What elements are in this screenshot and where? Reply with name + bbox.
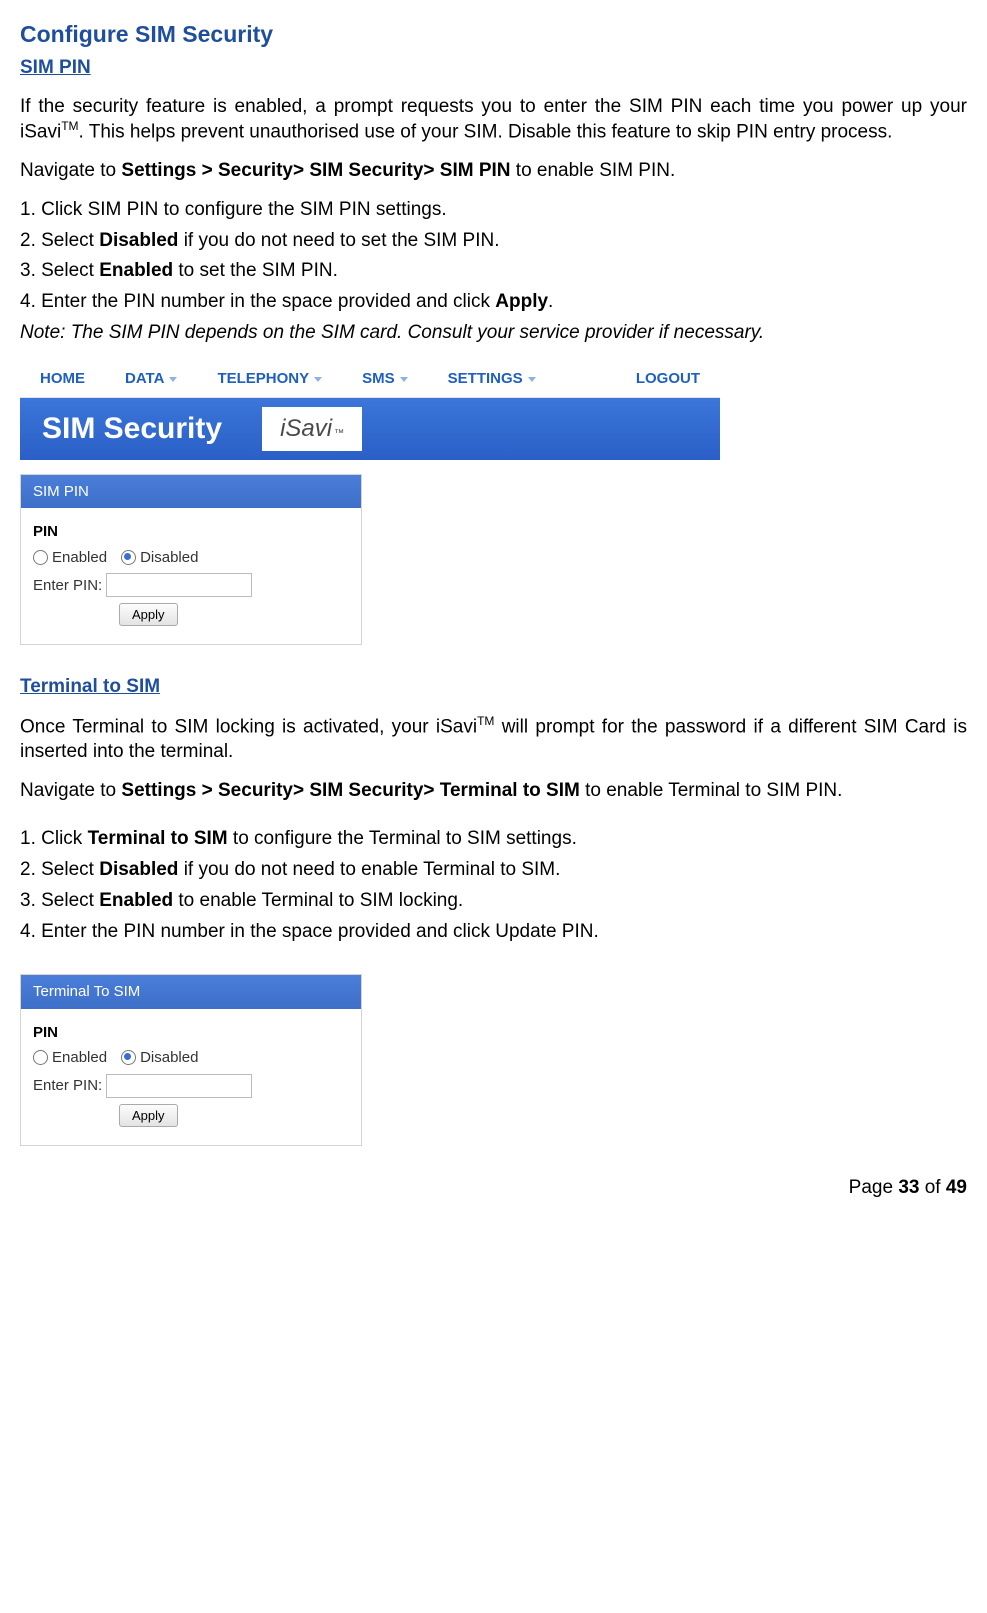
radio-disabled-label: Disabled <box>140 1048 198 1068</box>
text-bold: Apply <box>495 291 548 312</box>
text: Page <box>849 1177 899 1198</box>
pin-label: PIN <box>33 1023 349 1043</box>
screenshot-terminal: Terminal To SIM PIN Enabled Disabled Ent… <box>20 974 967 1146</box>
panel-body: PIN Enabled Disabled Enter PIN: Apply <box>21 1009 361 1145</box>
text: . This helps prevent unauthorised use of… <box>79 122 893 143</box>
apply-button[interactable]: Apply <box>119 603 178 626</box>
text: to configure the Terminal to SIM setting… <box>228 828 577 849</box>
panel-header: Terminal To SIM <box>21 975 361 1009</box>
section-sim-pin-heading: SIM PIN <box>20 56 967 81</box>
text-bold: Terminal to SIM <box>88 828 228 849</box>
text: if you do not need to enable Terminal to… <box>178 859 560 880</box>
radio-disabled-label: Disabled <box>140 548 198 568</box>
chevron-down-icon <box>400 377 408 382</box>
sim-pin-nav: Navigate to Settings > Security> SIM Sec… <box>20 159 967 184</box>
pin-input[interactable] <box>106 573 252 597</box>
terminal-nav: Navigate to Settings > Security> SIM Sec… <box>20 779 967 804</box>
text: if you do not need to set the SIM PIN. <box>178 230 499 251</box>
step-4: 4. Enter the PIN number in the space pro… <box>20 290 967 315</box>
text: to enable Terminal to SIM locking. <box>173 890 463 911</box>
page-title: Configure SIM Security <box>20 20 967 50</box>
enter-pin-label: Enter PIN: <box>33 576 102 596</box>
t-step-1: 1. Click Terminal to SIM to configure th… <box>20 827 967 852</box>
enter-pin-label: Enter PIN: <box>33 1076 102 1096</box>
chevron-down-icon <box>314 377 322 382</box>
step-2: 2. Select Disabled if you do not need to… <box>20 229 967 254</box>
text: 4. Enter the PIN number in the space pro… <box>20 291 495 312</box>
text-bold: Enabled <box>99 890 173 911</box>
nav-path: Settings > Security> SIM Security> Termi… <box>121 780 579 801</box>
nav-sms[interactable]: SMS <box>362 369 408 389</box>
radio-disabled[interactable] <box>121 1050 136 1065</box>
t-step-4: 4. Enter the PIN number in the space pro… <box>20 920 967 945</box>
text: to enable SIM PIN. <box>511 160 676 181</box>
page-total: 49 <box>946 1177 967 1198</box>
terminal-intro: Once Terminal to SIM locking is activate… <box>20 714 967 765</box>
nav-label: SMS <box>362 369 395 389</box>
panel-header: SIM PIN <box>21 475 361 509</box>
text: 3. Select <box>20 890 99 911</box>
radio-enabled[interactable] <box>33 1050 48 1065</box>
text: 1. Click <box>20 828 88 849</box>
chevron-down-icon <box>528 377 536 382</box>
screenshot-sim-pin: HOME DATA TELEPHONY SMS SETTINGS LOGOUT … <box>20 359 967 645</box>
panel-body: PIN Enabled Disabled Enter PIN: Apply <box>21 508 361 644</box>
tm-mark: TM <box>477 714 494 728</box>
pin-input[interactable] <box>106 1074 252 1098</box>
navbar: HOME DATA TELEPHONY SMS SETTINGS LOGOUT <box>20 359 720 398</box>
t-step-3: 3. Select Enabled to enable Terminal to … <box>20 889 967 914</box>
sim-pin-panel: SIM PIN PIN Enabled Disabled Enter PIN: … <box>20 474 362 646</box>
nav-settings[interactable]: SETTINGS <box>448 369 536 389</box>
radio-enabled-label: Enabled <box>52 548 107 568</box>
isavi-logo: iSavi™ <box>262 407 362 450</box>
text-bold: Disabled <box>99 230 178 251</box>
step-1: 1. Click SIM PIN to configure the SIM PI… <box>20 198 967 223</box>
enter-pin-row: Enter PIN: <box>33 573 349 597</box>
nav-label: DATA <box>125 369 164 389</box>
text: Once Terminal to SIM locking is activate… <box>20 716 477 737</box>
page-footer: Page 33 of 49 <box>20 1176 967 1201</box>
t-step-2: 2. Select Disabled if you do not need to… <box>20 858 967 883</box>
radio-enabled-label: Enabled <box>52 1048 107 1068</box>
nav-data[interactable]: DATA <box>125 369 177 389</box>
text: . <box>548 291 553 312</box>
text: to enable Terminal to SIM PIN. <box>580 780 843 801</box>
text: 2. Select <box>20 859 99 880</box>
nav-label: HOME <box>40 369 85 389</box>
section-terminal-heading: Terminal to SIM <box>20 675 967 700</box>
nav-logout[interactable]: LOGOUT <box>636 369 700 389</box>
pin-radio-row: Enabled Disabled <box>33 548 349 568</box>
nav-home[interactable]: HOME <box>40 369 85 389</box>
sim-pin-intro: If the security feature is enabled, a pr… <box>20 95 967 146</box>
tm-mark: TM <box>61 119 78 133</box>
banner-title: SIM Security <box>20 409 222 448</box>
text: 2. Select <box>20 230 99 251</box>
pin-radio-row: Enabled Disabled <box>33 1048 349 1068</box>
chevron-down-icon <box>169 377 177 382</box>
text: Navigate to <box>20 780 121 801</box>
nav-label: TELEPHONY <box>217 369 309 389</box>
nav-label: SETTINGS <box>448 369 523 389</box>
terminal-panel: Terminal To SIM PIN Enabled Disabled Ent… <box>20 974 362 1146</box>
nav-label: LOGOUT <box>636 369 700 389</box>
apply-button[interactable]: Apply <box>119 1104 178 1127</box>
text-bold: Disabled <box>99 859 178 880</box>
text: 3. Select <box>20 260 99 281</box>
page-current: 33 <box>898 1177 919 1198</box>
sim-pin-note: Note: The SIM PIN depends on the SIM car… <box>20 321 967 346</box>
text: to set the SIM PIN. <box>173 260 338 281</box>
nav-path: Settings > Security> SIM Security> SIM P… <box>121 160 510 181</box>
step-3: 3. Select Enabled to set the SIM PIN. <box>20 259 967 284</box>
tm-mark: ™ <box>334 427 344 440</box>
nav-telephony[interactable]: TELEPHONY <box>217 369 322 389</box>
pin-label: PIN <box>33 522 349 542</box>
text-bold: Enabled <box>99 260 173 281</box>
text: of <box>919 1177 945 1198</box>
radio-disabled[interactable] <box>121 550 136 565</box>
enter-pin-row: Enter PIN: <box>33 1074 349 1098</box>
text: Navigate to <box>20 160 121 181</box>
page-banner: SIM Security iSavi™ <box>20 398 720 460</box>
radio-enabled[interactable] <box>33 550 48 565</box>
logo-text: iSavi <box>280 413 332 444</box>
